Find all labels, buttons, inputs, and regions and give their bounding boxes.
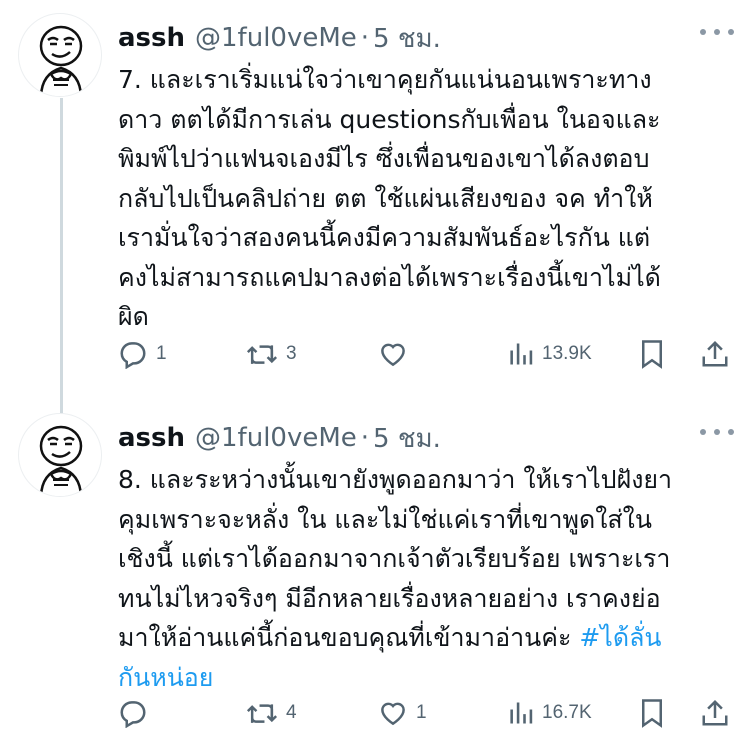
more-button[interactable]	[700, 422, 734, 442]
retweet-count: 3	[286, 343, 297, 364]
timestamp[interactable]: 5 ชม.	[373, 418, 441, 459]
avatar-face-icon	[39, 425, 83, 496]
share-icon	[702, 340, 728, 367]
text-line: 7. และเราเริ่มแน่ใจว่าเขาคุยกันแน่นอนเพร…	[118, 65, 652, 94]
retweet-button[interactable]: 3	[246, 334, 297, 374]
reply-button[interactable]: 1	[118, 334, 167, 374]
user-handle[interactable]: @1ful0veMe	[195, 423, 357, 453]
share-button[interactable]	[701, 693, 729, 733]
views-button[interactable]: 16.7K	[508, 693, 592, 733]
like-icon	[381, 702, 405, 726]
like-button[interactable]	[378, 334, 416, 374]
views-count: 13.9K	[542, 343, 592, 364]
tweet-text: 8. และระหว่างนั้นเขายังพูดออกมาว่า ให้เร…	[118, 460, 738, 697]
retweet-count: 4	[286, 702, 297, 723]
thread-line	[60, 400, 63, 414]
like-count: 1	[416, 702, 427, 723]
more-button[interactable]	[700, 22, 734, 42]
bookmark-icon	[642, 699, 662, 728]
separator-dot: ·	[360, 23, 370, 53]
text-line: กลับไปเป็นคลิปถ่าย ตต ใช้แผ่นเสียงของ จค…	[118, 183, 653, 213]
like-icon	[381, 343, 405, 367]
bookmark-button[interactable]	[639, 334, 665, 374]
avatar-face-icon	[39, 25, 83, 96]
text-line: ดาว ตตได้มีการเล่น questionsกับเพื่อน ใน…	[118, 104, 661, 134]
reply-button[interactable]	[118, 693, 156, 733]
user-handle[interactable]: @1ful0veMe	[195, 23, 357, 53]
avatar[interactable]	[18, 13, 102, 97]
display-name[interactable]: assh	[118, 423, 185, 453]
text-line: เชิงนี้ แต่เราได้ออกมาจากเจ้าตัวเรียบร้อ…	[118, 544, 671, 573]
text-line: 8. และระหว่างนั้นเขายังพูดออกมาว่า ให้เร…	[118, 465, 673, 494]
text-line: ทนไม่ไหวจริงๆ มีอีกหลายเรื่องหลายอย่าง เ…	[118, 583, 661, 613]
tweet-text: 7. และเราเริ่มแน่ใจว่าเขาคุยกันแน่นอนเพร…	[118, 60, 738, 337]
tweet[interactable]: assh @1ful0veMe · 5 ชม. 7. และเราเริ่มแน…	[0, 0, 750, 400]
separator-dot: ·	[360, 423, 370, 453]
hashtag-link-continued[interactable]: กันหน่อย	[118, 658, 738, 698]
retweet-icon	[246, 345, 278, 364]
views-icon	[510, 343, 533, 365]
text-line: มาให้อ่านแค่นี้ก่อนขอบคุณที่เข้ามาอ่านค่…	[118, 618, 738, 658]
text-line: พิมพ์ไปว่าแฟนจเองมีไร ซึ่งเพื่อนของเขาได…	[118, 144, 650, 173]
views-count: 16.7K	[542, 702, 592, 723]
thread-line	[60, 98, 63, 400]
share-button[interactable]	[701, 334, 729, 374]
retweet-button[interactable]: 4	[246, 693, 297, 733]
action-bar: 1 3 13.9K	[118, 334, 733, 374]
tweet[interactable]: assh @1ful0veMe · 5 ชม. 8. และระหว่างนั้…	[0, 400, 750, 754]
text-segment: มาให้อ่านแค่นี้ก่อนขอบคุณที่เข้ามาอ่านค่…	[118, 623, 580, 652]
hashtag-link[interactable]: #ได้ลั่น	[579, 623, 661, 652]
timestamp[interactable]: 5 ชม.	[373, 18, 441, 59]
avatar[interactable]	[18, 413, 102, 497]
tweet-header: assh @1ful0veMe · 5 ชม.	[118, 18, 441, 58]
retweet-icon	[246, 704, 278, 723]
more-icon	[700, 29, 706, 35]
text-line: เรามั่นใจว่าสองคนนี้คงมีความสัมพันธ์อะไร…	[118, 223, 651, 252]
views-icon	[510, 702, 533, 724]
share-icon	[702, 699, 728, 726]
like-button[interactable]: 1	[378, 693, 427, 733]
reply-icon	[120, 701, 146, 728]
bookmark-button[interactable]	[639, 693, 665, 733]
text-line: คงไม่สามารถแคปมาลงต่อได้เพราะเรื่องนี้เข…	[118, 262, 661, 292]
reply-icon	[120, 342, 146, 369]
text-line: ผิด	[118, 302, 149, 331]
action-bar: 4 1 16.7K	[118, 693, 733, 733]
more-icon	[700, 429, 706, 435]
text-line: คุมเพราะจะหลั่ง ใน และไม่ใช่แค่เราที่เขา…	[118, 504, 652, 534]
views-button[interactable]: 13.9K	[508, 334, 592, 374]
tweet-header: assh @1ful0veMe · 5 ชม.	[118, 418, 441, 458]
bookmark-icon	[642, 340, 662, 369]
display-name[interactable]: assh	[118, 23, 185, 53]
reply-count: 1	[156, 343, 167, 364]
